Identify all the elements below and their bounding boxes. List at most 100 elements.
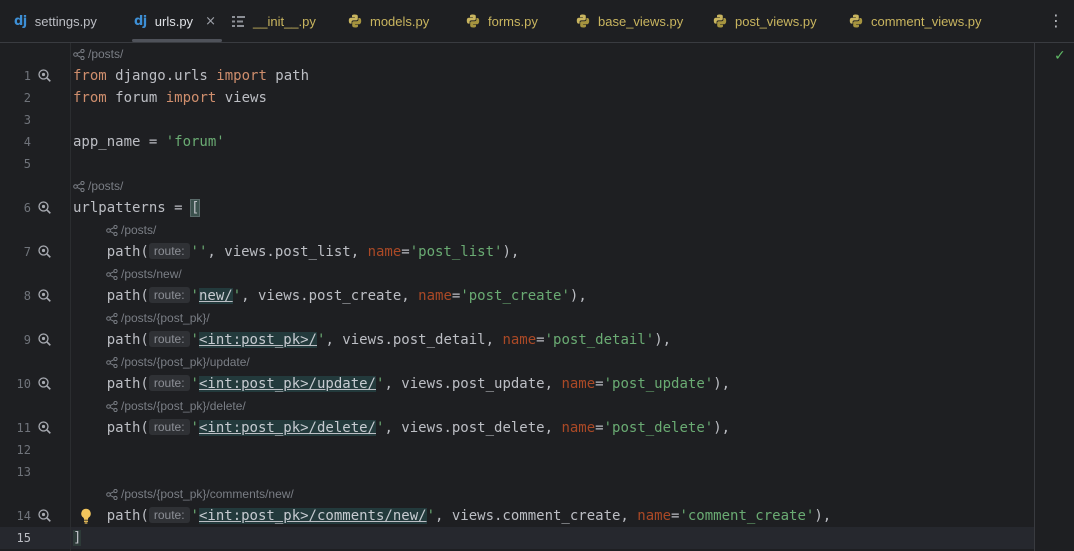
string-literal: 'post_delete' — [603, 420, 714, 436]
parameter-hint: route: — [148, 419, 190, 435]
tab-base-views-py[interactable]: base_views.py — [576, 0, 683, 42]
line-number: 14 — [16, 509, 31, 523]
string-literal: 'post_detail' — [544, 332, 655, 348]
tab-label: post_views.py — [735, 13, 817, 29]
url-route-injection[interactable]: <int:post_pk>/ — [198, 332, 317, 348]
keyword: import — [165, 90, 217, 106]
url-hint-text: /posts/{post_pk}/comments/new/ — [121, 487, 294, 501]
code-text: = — [595, 420, 604, 436]
endpoints-gutter-icon[interactable] — [38, 509, 51, 522]
named-argument: name — [367, 244, 402, 260]
url-route-injection[interactable]: <int:post_pk>/comments/new/ — [198, 508, 427, 524]
code-line: 12 — [0, 439, 1034, 461]
python-icon — [576, 14, 590, 28]
url-route-injection[interactable]: <int:post_pk>/update/ — [198, 376, 376, 392]
url-hint[interactable]: /posts/{post_pk}/delete/ — [106, 395, 246, 417]
endpoints-gutter-icon[interactable] — [38, 201, 51, 214]
url-hint-text: /posts/{post_pk}/ — [121, 311, 210, 325]
line-number: 8 — [23, 289, 31, 303]
more-tabs-icon[interactable]: ⋮ — [1048, 12, 1064, 30]
matched-bracket: [ — [189, 199, 201, 217]
line-number: 5 — [23, 157, 31, 171]
tab-settings-py[interactable]: dj settings.py — [14, 0, 97, 42]
share-icon — [106, 488, 118, 500]
string-literal: '' — [190, 244, 208, 260]
keyword: import — [216, 68, 267, 84]
endpoints-gutter-icon[interactable] — [38, 245, 51, 258]
code-text: views — [216, 90, 267, 106]
endpoints-gutter-icon[interactable] — [38, 421, 51, 434]
line-number: 3 — [23, 113, 31, 127]
line-number: 12 — [16, 443, 31, 457]
string-literal: 'post_update' — [603, 376, 714, 392]
close-icon[interactable]: × — [205, 14, 216, 29]
tab-urls-py[interactable]: dj urls.py × — [132, 0, 222, 42]
url-hint[interactable]: /posts/ — [73, 43, 123, 65]
parameter-hint: route: — [148, 507, 190, 523]
code-text: app_name = — [73, 134, 166, 150]
code-text: path( — [73, 376, 149, 392]
inspection-ok-icon[interactable]: ✓ — [1054, 48, 1066, 64]
code-line: 15 ] — [0, 527, 1034, 549]
code-text: path( — [73, 288, 149, 304]
url-hint[interactable]: /posts/ — [73, 175, 123, 197]
code-text: forum — [106, 90, 166, 106]
code-line: 9 path(route: '<int:post_pk>/', views.pos… — [0, 329, 1034, 351]
string-literal: 'forum' — [165, 134, 225, 150]
url-hint[interactable]: /posts/{post_pk}/update/ — [106, 351, 250, 373]
line-number: 9 — [23, 333, 31, 347]
url-hint[interactable]: /posts/ — [106, 219, 156, 241]
code-line: 14 path(route: '<int:post_pk>/comments/ne… — [0, 505, 1034, 527]
code-line: 6 urlpatterns = [ — [0, 197, 1034, 219]
endpoints-gutter-icon[interactable] — [38, 69, 51, 82]
url-hint-text: /posts/ — [88, 47, 124, 61]
code-text: , views.post_delete, — [384, 420, 562, 436]
code-text: = — [536, 332, 545, 348]
named-argument: name — [502, 332, 537, 348]
endpoints-gutter-icon[interactable] — [38, 289, 51, 302]
url-hint[interactable]: /posts/{post_pk}/ — [106, 307, 210, 329]
share-icon — [106, 268, 118, 280]
code-line: 1 from django.urls import path — [0, 65, 1034, 87]
code-editor[interactable]: ✓ /posts/ 1 from django.urls import path… — [0, 43, 1074, 551]
code-line: 13 — [0, 461, 1034, 483]
django-icon: dj — [14, 13, 27, 29]
tab-post-views-py[interactable]: post_views.py — [713, 0, 817, 42]
parameter-hint: route: — [148, 375, 190, 391]
url-route-injection[interactable]: <int:post_pk>/delete/ — [198, 420, 376, 436]
tab-forms-py[interactable]: forms.py — [466, 0, 538, 42]
string-literal: 'post_create' — [460, 288, 570, 304]
string-quote: ' — [190, 288, 199, 304]
code-text: , views.post_detail, — [325, 332, 503, 348]
django-icon: dj — [134, 13, 147, 29]
endpoints-gutter-icon[interactable] — [38, 333, 51, 346]
line-number: 13 — [16, 465, 31, 479]
code-text: ), — [713, 376, 731, 392]
tab-models-py[interactable]: models.py — [348, 0, 429, 42]
tab-label: models.py — [370, 13, 430, 29]
share-icon — [73, 180, 85, 192]
url-hint[interactable]: /posts/{post_pk}/comments/new/ — [106, 483, 294, 505]
string-quote: ' — [232, 288, 242, 304]
editor-tab-bar: dj settings.py dj urls.py × __init__.py … — [0, 0, 1074, 43]
line-number: 15 — [16, 531, 31, 545]
url-route-injection[interactable]: new/ — [198, 288, 233, 304]
line-number: 4 — [23, 135, 31, 149]
tab-comment-views-py[interactable]: comment_views.py — [849, 0, 982, 42]
url-hint[interactable]: /posts/new/ — [106, 263, 182, 285]
code-line: 10 path(route: '<int:post_pk>/update/', v… — [0, 373, 1034, 395]
tab-init-py[interactable]: __init__.py — [232, 0, 316, 42]
named-argument: name — [637, 508, 672, 524]
python-icon — [849, 14, 863, 28]
keyword: from — [73, 90, 107, 106]
url-hint-text: /posts/{post_pk}/update/ — [121, 355, 250, 369]
code-line: 5 — [0, 153, 1034, 175]
string-literal: 'post_list' — [409, 244, 503, 260]
endpoints-gutter-icon[interactable] — [38, 377, 51, 390]
code-text: = — [595, 376, 604, 392]
url-hint-text: /posts/new/ — [121, 267, 182, 281]
scrollbar-track[interactable] — [1034, 43, 1035, 551]
code-line: 7 path(route: '', views.post_list, name='… — [0, 241, 1034, 263]
code-line: 8 path(route:'new/', views.post_create, … — [0, 285, 1034, 307]
parameter-hint: route: — [148, 243, 190, 259]
